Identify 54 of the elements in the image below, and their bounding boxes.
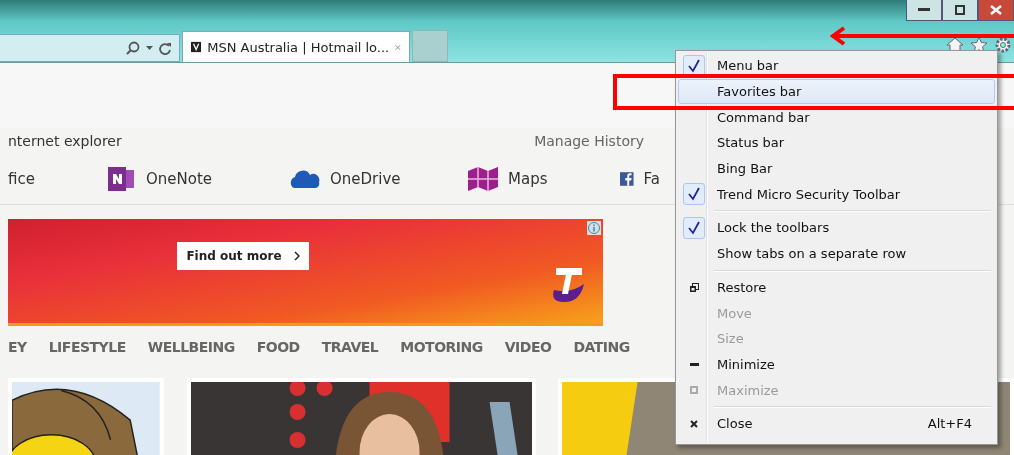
app-link[interactable]: Fa bbox=[620, 165, 660, 193]
close-button[interactable] bbox=[978, 0, 1014, 21]
minimize-button[interactable] bbox=[906, 0, 942, 21]
tab-title: MSN Australia | Hotmail lo... bbox=[207, 39, 390, 55]
menu-item[interactable]: Status bar bbox=[678, 130, 995, 156]
nav-link[interactable]: TRAVEL bbox=[321, 339, 379, 355]
restore-button[interactable] bbox=[942, 0, 978, 21]
nav-link[interactable]: LIFESTYLE bbox=[48, 339, 126, 355]
restore-icon bbox=[689, 282, 699, 292]
checkmark-icon bbox=[688, 187, 700, 202]
menu-item[interactable]: Lock the toolbars bbox=[678, 215, 995, 241]
address-bar[interactable] bbox=[0, 34, 180, 62]
nav-link[interactable]: MOTORING bbox=[400, 339, 483, 355]
chevron-icon bbox=[293, 251, 300, 261]
history-heading: nternet explorer bbox=[8, 133, 122, 149]
nav-link[interactable]: EY bbox=[8, 339, 27, 355]
minimize-icon bbox=[689, 362, 699, 366]
browser-tab[interactable]: MSN Australia | Hotmail lo... bbox=[182, 31, 410, 62]
maximize-icon bbox=[690, 386, 698, 395]
nav-link[interactable]: VIDEO bbox=[504, 339, 552, 355]
checkmark-icon bbox=[688, 220, 700, 235]
search-icon bbox=[126, 41, 140, 55]
menu-item[interactable]: Bing Bar bbox=[678, 155, 995, 182]
restore-icon bbox=[955, 5, 965, 15]
menu-item[interactable]: Show tabs on a separate row bbox=[678, 240, 995, 267]
nav-link[interactable]: WELLBEING bbox=[147, 339, 235, 355]
menu-item[interactable]: Menu bar bbox=[678, 53, 995, 79]
map-icon bbox=[468, 167, 498, 191]
close-icon bbox=[990, 5, 1002, 15]
app-link[interactable]: OneDrive bbox=[288, 169, 468, 189]
notebook-icon bbox=[108, 165, 136, 193]
app-link[interactable]: fice bbox=[8, 170, 108, 188]
find-out-more-button[interactable]: Find out more bbox=[177, 242, 309, 270]
close-icon bbox=[690, 419, 698, 428]
menu-item[interactable]: Favorites bar bbox=[678, 78, 995, 105]
menu-item[interactable]: Minimize bbox=[678, 351, 995, 378]
arrow-icon bbox=[830, 26, 1014, 46]
refresh-icon bbox=[159, 41, 171, 55]
nav-link[interactable]: FOOD bbox=[256, 339, 300, 355]
settings-icon[interactable] bbox=[994, 36, 1012, 54]
cloud-icon bbox=[288, 169, 320, 189]
site-favicon-icon bbox=[191, 39, 202, 55]
app-link[interactable]: OneNote bbox=[108, 165, 288, 193]
checkmark-icon bbox=[688, 58, 700, 73]
app-link[interactable]: Maps bbox=[468, 167, 620, 191]
minimize-icon bbox=[918, 8, 930, 12]
menu-item[interactable]: Close Alt+F4 bbox=[678, 410, 995, 437]
nav-link[interactable]: DATING bbox=[573, 339, 630, 355]
menu-item[interactable]: Restore bbox=[678, 274, 995, 301]
info-icon bbox=[587, 221, 601, 235]
menu-item[interactable]: Command bar bbox=[678, 104, 995, 131]
menu-item[interactable]: Trend Micro Security Toolbar bbox=[678, 181, 995, 208]
manage-history-link[interactable]: Manage History bbox=[534, 133, 644, 149]
caret-icon bbox=[146, 46, 153, 50]
